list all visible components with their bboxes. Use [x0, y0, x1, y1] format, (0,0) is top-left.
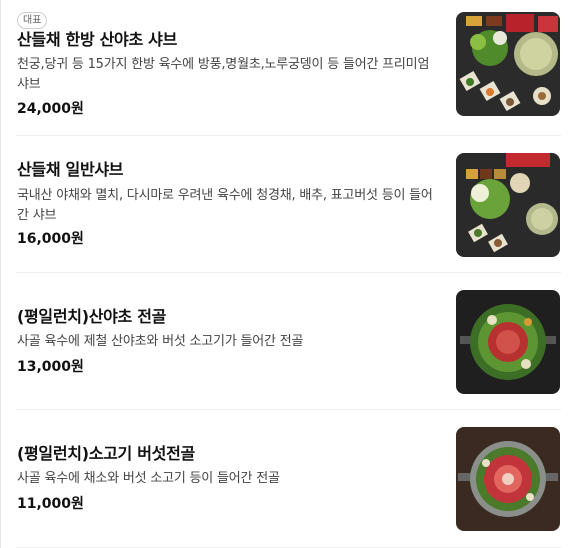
menu-item[interactable]: 대표 산들채 한방 산야초 샤브 천궁,당귀 등 15가지 한방 육수에 방풍,… — [1, 0, 574, 136]
menu-item-photo[interactable] — [456, 427, 560, 531]
menu-item-name: (평일런치)소고기 버섯전골 — [17, 444, 195, 463]
menu-item-name: 산들채 한방 산야초 샤브 — [17, 30, 178, 49]
menu-item-price: 24,000원 — [17, 101, 84, 117]
menu-item[interactable]: (평일런치)산야초 전골 사골 육수에 제철 산야초와 버섯 소고기가 들어간 … — [1, 273, 574, 410]
menu-item-photo[interactable] — [456, 153, 560, 257]
menu-item-description: 사골 육수에 제철 산야초와 버섯 소고기가 들어간 전골 — [17, 334, 304, 349]
menu-item-photo[interactable] — [456, 290, 560, 394]
menu-item[interactable]: (평일런치)소고기 버섯전골 사골 육수에 채소와 버섯 소고기 등이 들어간 … — [1, 410, 574, 548]
menu-item-price: 13,000원 — [17, 359, 84, 375]
menu-item-description: 사골 육수에 채소와 버섯 소고기 등이 들어간 전골 — [17, 471, 280, 486]
menu-item-price: 11,000원 — [17, 496, 84, 512]
menu-item-photo[interactable] — [456, 12, 560, 116]
menu-item-name: (평일런치)산야초 전골 — [17, 307, 167, 326]
menu-list: 대표 산들채 한방 산야초 샤브 천궁,당귀 등 15가지 한방 육수에 방풍,… — [0, 0, 574, 548]
menu-item-description: 천궁,당귀 등 15가지 한방 육수에 방풍,명월초,노루궁뎅이 등 들어간 프… — [17, 57, 430, 92]
menu-item[interactable]: 산들채 일반샤브 국내산 야채와 멸치, 다시마로 우려낸 육수에 청경채, 배… — [1, 136, 574, 273]
menu-item-name: 산들채 일반샤브 — [17, 160, 124, 179]
signature-badge: 대표 — [17, 12, 48, 29]
menu-item-price: 16,000원 — [17, 231, 84, 247]
menu-item-description: 국내산 야채와 멸치, 다시마로 우려낸 육수에 청경채, 배추, 표고버섯 등… — [17, 188, 433, 223]
